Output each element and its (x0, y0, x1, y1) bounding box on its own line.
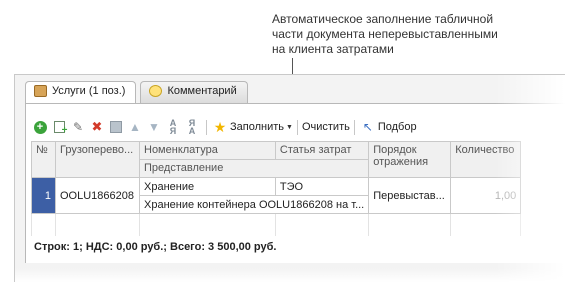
arrow-up-icon: ▲ (129, 120, 141, 134)
select-cursor[interactable]: ↖ (359, 118, 377, 136)
fill-button[interactable]: Заполнить (230, 121, 284, 133)
toolbar-separator (206, 119, 207, 135)
cell-reflection[interactable]: Перевыстав... (368, 177, 452, 214)
table-summary: Строк: 1; НДС: 0,00 руб.; Всего: 3 500,0… (34, 241, 277, 253)
cell-representation[interactable]: Хранение контейнера OOLU1866208 на т... (138, 195, 370, 214)
col-header-cargo[interactable]: Грузоперево... (55, 141, 140, 178)
cell-num[interactable]: 1 (31, 177, 56, 214)
sort-descending-icon: ЯА (188, 118, 196, 136)
star-icon: ★ (213, 118, 227, 135)
delete-row-button[interactable]: ✖ (88, 118, 106, 136)
cell-quantity[interactable]: 1,00 (450, 177, 522, 214)
toolbar-separator (353, 119, 355, 135)
comment-icon (149, 85, 163, 97)
table-header-row: № Грузоперево... Номенклатура Статья зат… (31, 141, 522, 178)
add-row-button[interactable]: + (31, 118, 49, 136)
select-button[interactable]: Подбор (378, 121, 417, 133)
services-table: № Грузоперево... Номенклатура Статья зат… (31, 141, 522, 236)
tab-comment-label: Комментарий (167, 85, 237, 97)
pencil-icon: ✎ (72, 120, 84, 134)
sort-ascending-icon: АЯ (169, 118, 177, 136)
copy-icon (53, 121, 68, 136)
plus-icon: + (33, 120, 47, 134)
move-down-button[interactable]: ▼ (145, 118, 163, 136)
col-header-cost-item[interactable]: Статья затрат (274, 141, 370, 160)
arrow-down-icon: ▼ (148, 120, 160, 134)
col-header-nomenclature[interactable]: Номенклатура (139, 141, 276, 160)
copy-row-button[interactable] (50, 118, 68, 136)
col-header-representation[interactable]: Представление (138, 159, 370, 178)
table-row[interactable]: 1 OOLU1866208 Хранение ТЭО Перевыстав...… (31, 177, 522, 214)
cell-cargo[interactable]: OOLU1866208 (55, 177, 140, 214)
table-toolbar: + ✎ ✖ ▲ ▼ АЯ ЯА ★ Заполнить ▼ Очистить ↖… (31, 117, 417, 137)
tab-services-label: Услуги (1 поз.) (52, 85, 126, 97)
bottom-edge-fade (15, 268, 565, 282)
chevron-down-icon[interactable]: ▼ (286, 124, 293, 131)
save-icon (110, 121, 122, 133)
tab-services[interactable]: Услуги (1 поз.) (25, 81, 137, 104)
delete-icon: ✖ (91, 119, 103, 134)
col-header-num[interactable]: № (31, 141, 56, 178)
sort-asc-button[interactable]: АЯ (164, 118, 182, 136)
cell-cost-item[interactable]: ТЭО (274, 177, 370, 196)
fill-star[interactable]: ★ (211, 118, 229, 136)
toolbar-separator (296, 119, 298, 135)
end-edit-button[interactable] (107, 118, 125, 136)
edit-row-button[interactable]: ✎ (69, 118, 87, 136)
cell-nomenclature[interactable]: Хранение (139, 177, 276, 196)
cursor-icon: ↖ (362, 120, 373, 134)
document-window: Услуги (1 поз.) Комментарий + ✎ ✖ ▲ ▼ АЯ… (14, 74, 565, 282)
sort-desc-button[interactable]: ЯА (183, 118, 201, 136)
callout-annotation: Автоматическое заполнение табличной част… (272, 12, 498, 56)
col-header-quantity[interactable]: Количество (450, 141, 522, 178)
col-header-reflection[interactable]: Порядок отражения (368, 141, 452, 178)
table-empty-row (31, 213, 522, 236)
tab-comment[interactable]: Комментарий (140, 81, 248, 103)
briefcase-icon (34, 85, 47, 97)
move-up-button[interactable]: ▲ (126, 118, 144, 136)
services-panel: + ✎ ✖ ▲ ▼ АЯ ЯА ★ Заполнить ▼ Очистить ↖… (25, 103, 565, 263)
clear-button[interactable]: Очистить (302, 121, 350, 133)
tab-bar: Услуги (1 поз.) Комментарий (25, 81, 252, 104)
